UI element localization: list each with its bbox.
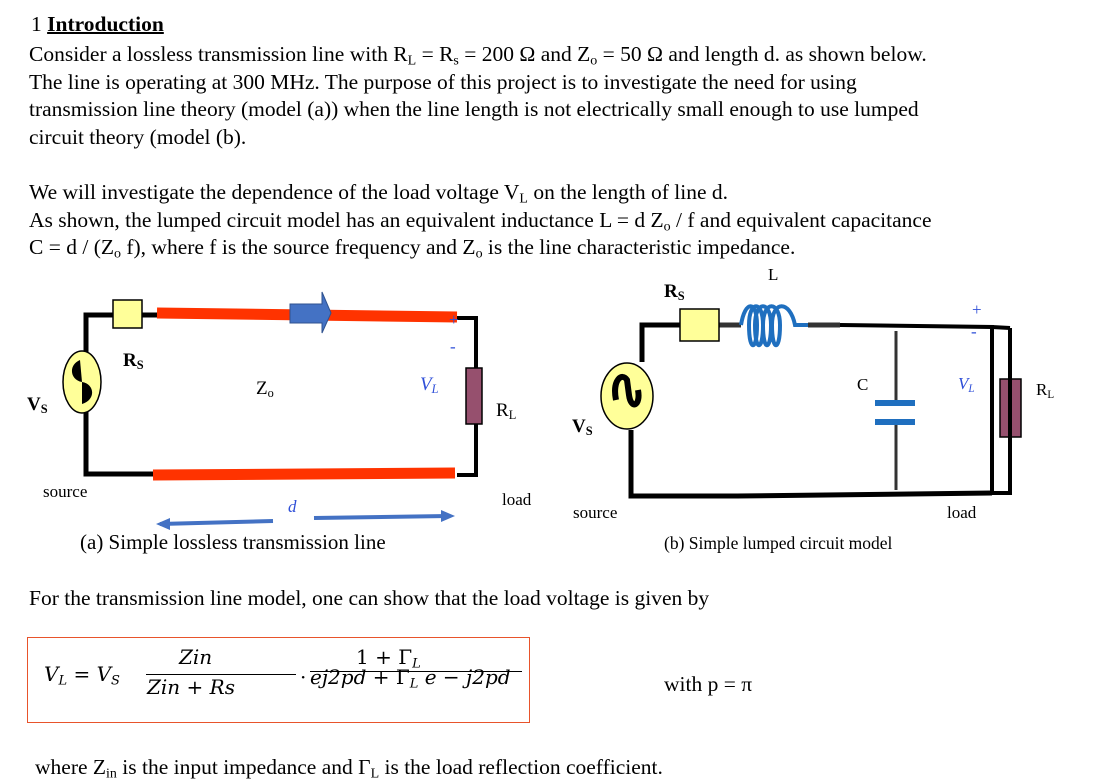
eq-dot: · — [300, 665, 307, 689]
fig-b-source-text: source — [573, 503, 618, 522]
d-arrow-right-head-icon — [441, 510, 455, 522]
fig-a-rs-label: RS — [123, 350, 144, 373]
fig-a-vs-label: VS — [27, 394, 48, 417]
capacitor-plate-top — [875, 400, 915, 406]
fig-b-source-resistor — [679, 308, 720, 342]
fig-a-source-text: source — [43, 482, 88, 501]
fig-a-plus-sign: + — [449, 310, 459, 329]
fig-a-z0-label: Zo — [256, 378, 274, 401]
figure-a-caption: (a) Simple lossless transmission line — [80, 530, 386, 554]
fig-b-rs-label: RS — [664, 281, 685, 304]
fig-b-wire-top-load — [839, 323, 994, 495]
wave-direction-arrow-icon — [289, 291, 332, 334]
d-arrow-right-shaft — [313, 514, 449, 520]
fig-a-rl-label: RL — [496, 400, 517, 423]
fig-a-load-text: load — [502, 490, 532, 509]
fig-b-vl-label: VL — [958, 374, 975, 395]
fig-b-c-label: C — [857, 375, 869, 394]
fig-b-minus-sign: - — [971, 322, 977, 341]
fig-a-vl-label: VL — [420, 374, 439, 397]
capacitor-plate-bottom — [875, 419, 915, 425]
fig-a-load-resistor — [465, 367, 483, 425]
eq-frac2-denominator: ej2pd + ΓL e − j2pd — [310, 665, 511, 692]
fig-b-rl-label: RL — [1036, 380, 1055, 401]
fig-b-wire-bottom — [628, 430, 993, 499]
transmission-line-bottom-conductor — [152, 467, 456, 481]
fig-b-vs-label: VS — [572, 416, 593, 439]
eq-frac1-numerator: Zin — [179, 645, 213, 669]
fig-a-d-label: d — [288, 497, 297, 516]
eq-lhs: VL = VS — [44, 662, 120, 689]
fig-a-minus-sign: - — [450, 337, 456, 356]
figure-b-caption: (b) Simple lumped circuit model — [664, 533, 893, 553]
eq-frac1-denominator: Zin + Rs — [147, 675, 235, 699]
d-arrow-left-head-icon — [156, 518, 170, 530]
fig-a-source-resistor — [112, 299, 143, 329]
fig-b-load-text: load — [947, 503, 977, 522]
load-voltage-intro: For the transmission line model, one can… — [29, 586, 710, 610]
fig-a-wire-source-bottom — [83, 410, 157, 477]
inductor-coil-icon — [739, 304, 808, 348]
fig-b-plus-sign: + — [972, 300, 982, 319]
with-p-equals-pi: with p = π — [664, 672, 753, 696]
fig-b-l-label: L — [768, 265, 779, 284]
fig-b-wire-source-top — [639, 322, 680, 362]
d-arrow-left-shaft — [159, 519, 274, 526]
where-definition: where Zin is the input impedance and ΓL … — [35, 755, 663, 782]
